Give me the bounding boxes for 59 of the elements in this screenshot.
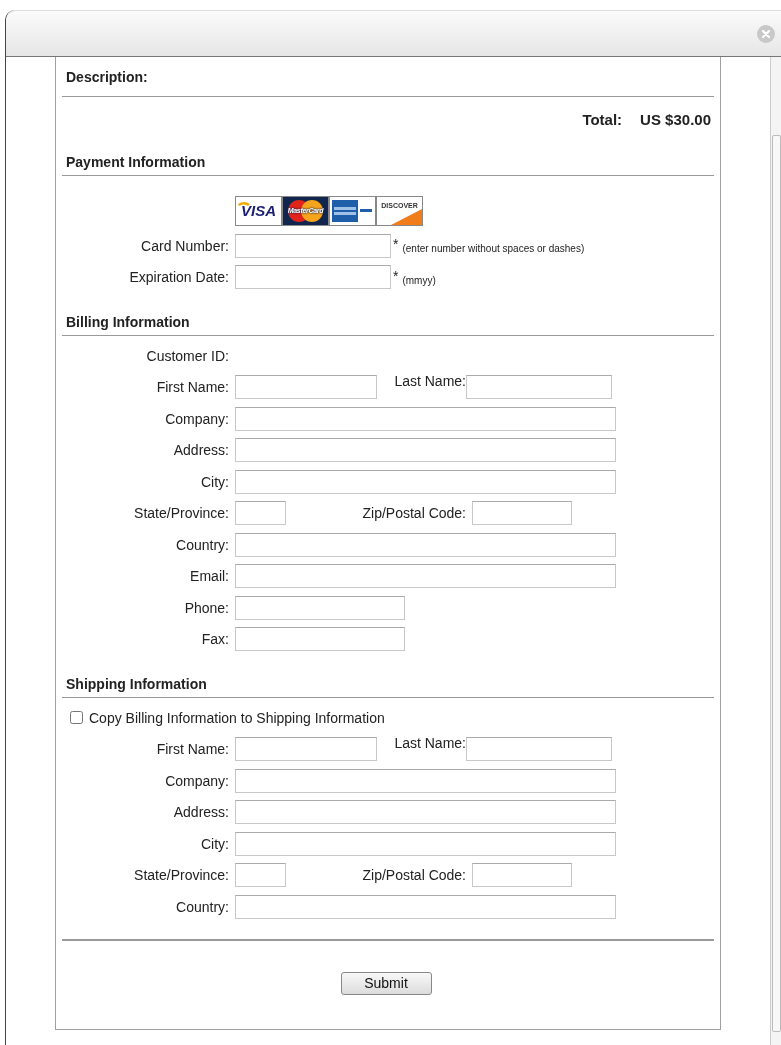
field-label: Email: bbox=[189, 568, 229, 585]
input-field[interactable] bbox=[235, 863, 286, 888]
section-heading: Payment Information bbox=[66, 154, 206, 172]
input-field[interactable] bbox=[235, 406, 616, 431]
checkbox[interactable] bbox=[70, 711, 83, 725]
input-field[interactable] bbox=[235, 265, 391, 290]
field-label: State/Province: bbox=[133, 505, 229, 522]
input-field[interactable] bbox=[235, 831, 616, 856]
field-label: Company: bbox=[164, 772, 229, 789]
field-label: Address: bbox=[172, 804, 229, 821]
field-label: Address: bbox=[172, 442, 229, 459]
input-field[interactable] bbox=[235, 595, 405, 620]
checkbox-label: Copy Billing Information to Shipping Information bbox=[89, 709, 385, 726]
field-label: City: bbox=[200, 835, 229, 852]
submit-button[interactable]: Submit bbox=[340, 971, 432, 995]
field-label: First Name: bbox=[155, 741, 229, 758]
close-icon[interactable] bbox=[757, 24, 775, 43]
field-label: Last Name: bbox=[393, 371, 466, 389]
field-label: Company: bbox=[164, 410, 229, 427]
field-label: Zip/Postal Code: bbox=[361, 867, 466, 884]
input-field[interactable] bbox=[235, 737, 377, 762]
field-label: First Name: bbox=[155, 379, 229, 396]
input-field[interactable] bbox=[235, 564, 616, 589]
input-field[interactable] bbox=[235, 469, 616, 494]
section-heading: Shipping Information bbox=[66, 676, 207, 694]
field-label: City: bbox=[200, 473, 229, 490]
field-label: Fax: bbox=[200, 631, 229, 648]
field-label: State/Province: bbox=[133, 867, 229, 884]
input-field[interactable] bbox=[235, 501, 286, 526]
field-label: Expiration Date: bbox=[128, 269, 229, 286]
input-field[interactable] bbox=[472, 501, 572, 526]
input-field[interactable] bbox=[235, 627, 405, 652]
input-field[interactable] bbox=[235, 894, 616, 919]
input-field[interactable] bbox=[235, 438, 616, 463]
card-logo: VISA bbox=[235, 196, 282, 226]
required-mark: * bbox=[393, 266, 399, 284]
field-label: Zip/Postal Code: bbox=[361, 505, 466, 522]
input-field[interactable] bbox=[235, 532, 616, 557]
field-hint: (mmyy) bbox=[402, 273, 436, 286]
card-logo bbox=[329, 196, 376, 226]
field-hint: (enter number without spaces or dashes) bbox=[402, 242, 585, 255]
field-label: Last Name: bbox=[393, 733, 466, 751]
field-label: Country: bbox=[175, 536, 229, 553]
description-label: Description: bbox=[66, 68, 148, 85]
field-label: Customer ID: bbox=[145, 347, 229, 364]
input-field[interactable] bbox=[235, 768, 616, 793]
total-amount: US $30.00 bbox=[640, 110, 711, 128]
input-field[interactable] bbox=[466, 375, 612, 400]
total-label: Total: bbox=[582, 110, 623, 128]
section-heading: Billing Information bbox=[66, 314, 190, 332]
input-field[interactable] bbox=[235, 375, 377, 400]
field-label: Phone: bbox=[183, 599, 229, 616]
field-label: Country: bbox=[175, 898, 229, 915]
input-field[interactable] bbox=[235, 233, 391, 258]
required-mark: * bbox=[393, 235, 399, 252]
input-field[interactable] bbox=[235, 800, 616, 825]
input-field[interactable] bbox=[466, 737, 612, 762]
input-field[interactable] bbox=[472, 863, 572, 888]
field-label: Card Number: bbox=[140, 237, 229, 254]
